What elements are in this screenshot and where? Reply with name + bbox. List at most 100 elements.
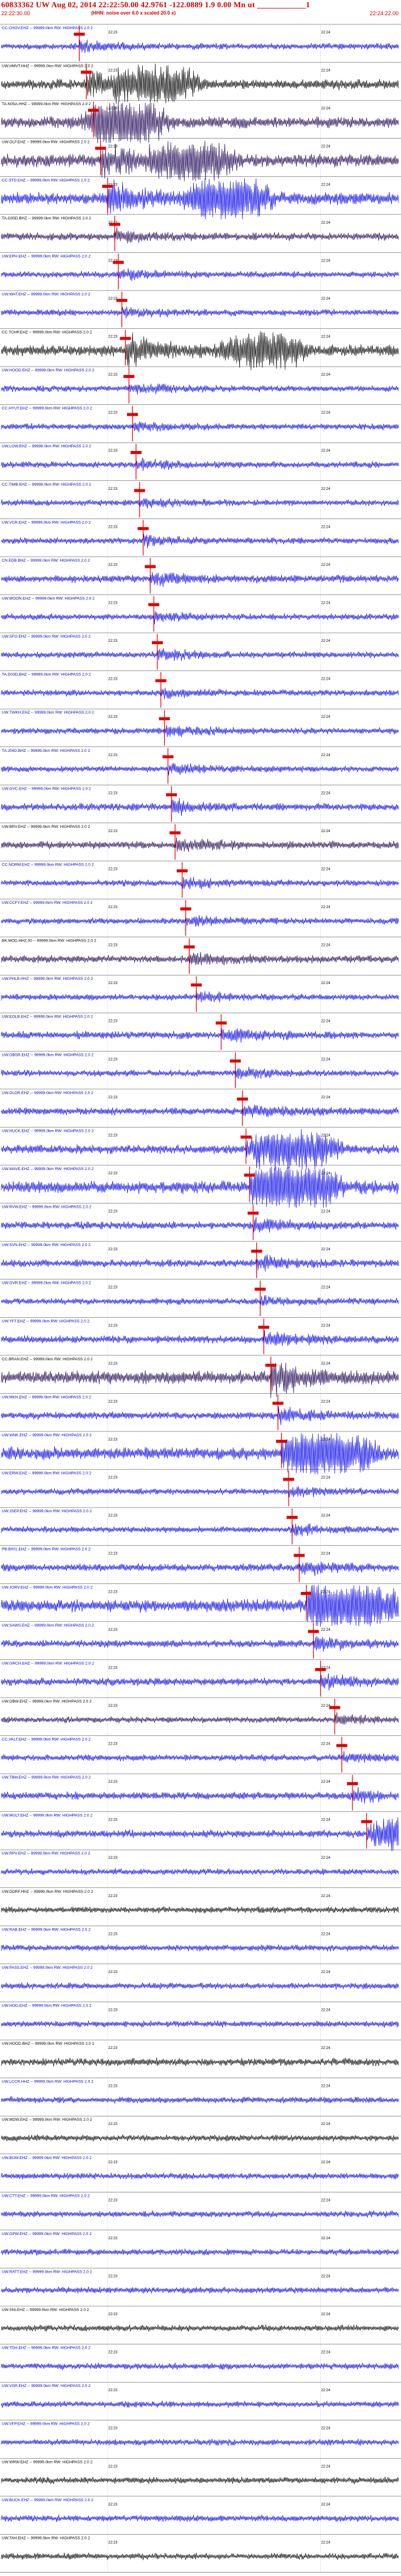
phase-pick-marker bbox=[347, 1782, 358, 1785]
waveform bbox=[1, 1295, 399, 1306]
time-tick-label: 22:24 bbox=[321, 830, 331, 833]
time-tick-label: 22:23 bbox=[108, 1971, 118, 1974]
waveform bbox=[1, 1486, 399, 1498]
time-tick-label: 22:24 bbox=[321, 1400, 331, 1403]
time-tick-label: 22:23 bbox=[108, 639, 118, 643]
time-tick-label: 22:24 bbox=[321, 297, 331, 301]
phase-pick-marker bbox=[251, 1249, 262, 1253]
time-tick-label: 22:23 bbox=[108, 2389, 118, 2392]
trace-row: UW.VFP.EHZ -- 99999.0km RW: HIGHPASS 2.0… bbox=[0, 2420, 401, 2446]
trace-row: UW.TDH.EHZ -- 99999.0km RW: HIGHPASS 2.0… bbox=[0, 2344, 401, 2370]
time-tick-label: 22:23 bbox=[108, 145, 118, 149]
waveform bbox=[1, 1561, 399, 1577]
phase-pick-marker bbox=[293, 1554, 305, 1557]
station-label: UW.HUCK.EHZ -- 99999.0km RW: HIGHPASS 2.… bbox=[2, 1129, 94, 1133]
time-tick-label: 22:24 bbox=[321, 1058, 331, 1061]
waveform bbox=[1, 1067, 399, 1080]
waveform bbox=[1, 2287, 399, 2294]
trace-row: UW.HOG.EHZ -- 99999.0km RW: HIGHPASS 2.0… bbox=[0, 2002, 401, 2028]
station-label: TA.J04D.BHZ -- 99999.0km RW: HIGHPASS 2.… bbox=[2, 749, 90, 753]
trace-row: UW.JORV.EHZ -- 99999.0km RW: HIGHPASS 2.… bbox=[0, 1583, 401, 1627]
waveform bbox=[1, 140, 399, 182]
time-tick-label: 22:23 bbox=[108, 1704, 118, 1708]
phase-pick-marker bbox=[74, 32, 85, 36]
waveform bbox=[1, 1166, 399, 1208]
station-label: CC.STD.EHZ -- 99999.0km RW: HIGHPASS 2.0… bbox=[2, 178, 90, 182]
waveform bbox=[1, 990, 399, 1003]
station-label: UW.BUCK.EHZ -- 99999.0km RW: HIGHPASS 2.… bbox=[2, 2498, 94, 2502]
waveform bbox=[1, 534, 399, 548]
trace-row: UW.BUCK.EHZ -- 99999.0km RW: HIGHPASS 2.… bbox=[0, 2496, 401, 2523]
trace-row: PB.B001.EHZ -- 99999.0km RW: HIGHPASS 2.… bbox=[0, 1545, 401, 1583]
time-tick-label: 22:24 bbox=[321, 1552, 331, 1556]
time-tick-label: 22:24 bbox=[321, 2008, 331, 2012]
time-tick-label: 22:24 bbox=[321, 2199, 331, 2202]
time-tick-label: 22:24 bbox=[321, 1895, 331, 1898]
time-tick-label: 22:23 bbox=[108, 1248, 118, 1252]
time-tick-label: 22:23 bbox=[108, 2047, 118, 2050]
phase-pick-marker bbox=[123, 374, 135, 378]
station-label: UW.GRCH.EHZ -- 99999.0km RW: HIGHPASS 2.… bbox=[2, 1661, 94, 1665]
waveform bbox=[1, 457, 399, 471]
station-label: UW.GVC.EHZ -- 99999.0km RW: HIGHPASS 2.0… bbox=[2, 787, 91, 791]
waveform bbox=[1, 1636, 399, 1652]
time-tick-label: 22:23 bbox=[108, 2199, 118, 2202]
trace-row: UW.PHLB.HHZ -- 99999.0km RW: HIGHPASS 2.… bbox=[0, 974, 401, 1012]
waveform bbox=[1, 2172, 399, 2180]
waveform bbox=[1, 2476, 399, 2484]
time-tick-label: 22:23 bbox=[108, 1362, 118, 1366]
time-tick-label: 22:23 bbox=[108, 602, 118, 605]
station-label: UW.HOOD.BHZ -- 99999.0km RW: HIGHPASS 2.… bbox=[2, 2042, 94, 2046]
phase-pick-marker bbox=[176, 869, 188, 873]
time-tick-label: 22:24 bbox=[321, 1286, 331, 1290]
phase-pick-marker bbox=[81, 71, 92, 74]
phase-pick-marker bbox=[120, 337, 131, 340]
time-tick-label: 22:24 bbox=[321, 2047, 331, 2050]
station-label: UW.SNI.EHZ -- 99999.0km RW: HIGHPASS 2.0… bbox=[2, 2308, 89, 2312]
trace-row: UW.GVC.EHZ -- 99999.0km RW: HIGHPASS 2.0… bbox=[0, 785, 401, 822]
phase-pick-marker bbox=[109, 222, 120, 226]
waveform bbox=[1, 2057, 399, 2067]
time-tick-label: 22:24 bbox=[321, 1248, 331, 1252]
phase-pick-marker bbox=[183, 945, 195, 949]
station-label: UW.WNK.EHZ -- 99999.0km RW: HIGHPASS 2.0… bbox=[2, 1433, 92, 1438]
station-label: UW.LCCR.HHZ -- 99999.0km RW: HIGHPASS 2.… bbox=[2, 2080, 94, 2084]
station-label: CN.EDB.BHZ -- 99999.0km RW: HIGHPASS 2.0… bbox=[2, 559, 90, 563]
time-tick-label: 22:23 bbox=[108, 1400, 118, 1403]
phase-pick-marker bbox=[240, 1135, 252, 1139]
time-tick-label: 22:24 bbox=[321, 2237, 331, 2240]
phase-pick-marker bbox=[276, 1439, 287, 1443]
trace-row: UW.LCCR.HHZ -- 99999.0km RW: HIGHPASS 2.… bbox=[0, 2078, 401, 2104]
station-label: UW.WAVE.EHZ -- 99999.0km RW: HIGHPASS 2.… bbox=[2, 1167, 94, 1171]
waveform bbox=[1, 611, 399, 625]
trace-row: UW.HMVT.HHZ -- 99999.0km RW: HIGHPASS 2.… bbox=[0, 62, 401, 104]
time-tick-label: 22:24 bbox=[321, 1780, 331, 1784]
phase-pick-marker bbox=[112, 261, 124, 264]
waveform bbox=[1, 876, 399, 890]
trace-row: CN.EDB.BHZ -- 99999.0km RW: HIGHPASS 2.0… bbox=[0, 556, 401, 594]
time-tick-label: 22:23 bbox=[108, 1172, 118, 1176]
trace-row: UW.JSEP.EHZ -- 99999.0km RW: HIGHPASS 2.… bbox=[0, 1507, 401, 1545]
time-tick-label: 22:23 bbox=[108, 2123, 118, 2126]
time-tick-label: 22:23 bbox=[108, 2313, 118, 2316]
trace-row: CC.CHOV.EHZ -- 99999.0km RW: HIGHPASS 2.… bbox=[0, 24, 401, 61]
time-tick-label: 22:24 bbox=[321, 1362, 331, 1366]
station-label: UW.GLDR.EHZ -- 99999.0km RW: HIGHPASS 2.… bbox=[2, 1091, 94, 1095]
time-tick-label: 22:24 bbox=[321, 487, 331, 491]
station-label: UW.TDH.EHZ -- 99999.0km RW: HIGHPASS 2.0… bbox=[2, 2346, 91, 2350]
trace-row: TA.G05D.BHZ -- 99999.0km RW: HIGHPASS 2.… bbox=[0, 214, 401, 252]
phase-pick-marker bbox=[127, 413, 139, 416]
waveform bbox=[1, 2438, 399, 2446]
trace-row: UW.OBW.EHZ -- 99999.0km RW: HIGHPASS 2.0… bbox=[0, 1697, 401, 1735]
station-label: UW.LOW.EHZ -- 99999.0km RW: HIGHPASS 2.0… bbox=[2, 444, 91, 449]
waveform bbox=[1, 383, 399, 395]
time-tick-label: 22:24 bbox=[321, 183, 331, 187]
time-tick-label: 22:23 bbox=[108, 867, 118, 871]
trace-row: CC.TCHP.EHZ -- 99999.0km RW: HIGHPASS 2.… bbox=[0, 328, 401, 371]
trace-row: UW.WNK.EHZ -- 99999.0km RW: HIGHPASS 2.0… bbox=[0, 1431, 401, 1475]
time-tick-label: 22:24 bbox=[321, 1096, 331, 1100]
trace-row: UW.EPH.EHZ -- 99999.0km RW: HIGHPASS 2.0… bbox=[0, 252, 401, 289]
phase-pick-marker bbox=[301, 1592, 312, 1596]
waveform bbox=[1, 2248, 399, 2256]
station-label: CC.NORM.EHZ -- 99999.0km RW: HIGHPASS 2.… bbox=[2, 863, 94, 867]
